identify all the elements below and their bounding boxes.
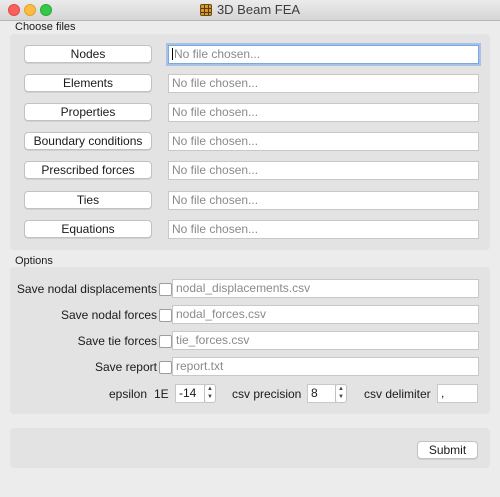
save-report-checkbox[interactable] [159,361,172,374]
csv-precision-stepper[interactable]: ▲ ▼ [335,384,347,403]
ties-file-field[interactable]: No file chosen... [168,191,479,210]
nodes-file-field[interactable]: No file chosen... [168,45,479,64]
save-tie-forces-label: Save tie forces [77,334,157,348]
save-tie-forces-checkbox[interactable] [159,335,172,348]
submit-button[interactable]: Submit [417,441,478,459]
elements-file-field[interactable]: No file chosen... [168,74,479,93]
properties-button[interactable]: Properties [24,103,152,121]
epsilon-prefix: 1E [154,387,169,401]
choose-files-heading: Choose files [15,21,76,33]
stepper-down-icon[interactable]: ▼ [205,393,215,401]
options-heading: Options [15,255,53,267]
save-nodal-displacements-label: Save nodal displacements [16,282,157,296]
csv-delimiter-label: csv delimiter [364,387,431,401]
properties-file-field[interactable]: No file chosen... [168,103,479,122]
epsilon-exponent-field[interactable]: -14 [175,384,205,403]
save-report-label: Save report [94,360,157,374]
epsilon-stepper[interactable]: ▲ ▼ [204,384,216,403]
csv-precision-label: csv precision [232,387,302,401]
boundary-conditions-button[interactable]: Boundary conditions [24,132,152,150]
nodes-file-placeholder: No file chosen... [174,47,261,61]
csv-delimiter-field[interactable]: , [437,384,478,403]
equations-file-field[interactable]: No file chosen... [168,220,479,239]
stepper-down-icon[interactable]: ▼ [336,393,346,401]
nodal-displacements-filename-field[interactable]: nodal_displacements.csv [172,279,479,298]
stepper-up-icon[interactable]: ▲ [336,385,346,393]
stepper-up-icon[interactable]: ▲ [205,385,215,393]
boundary-conditions-file-field[interactable]: No file chosen... [168,132,479,151]
save-nodal-forces-label: Save nodal forces [60,308,157,322]
prescribed-forces-button[interactable]: Prescribed forces [24,161,152,179]
elements-button[interactable]: Elements [24,74,152,92]
ties-button[interactable]: Ties [24,191,152,209]
prescribed-forces-file-field[interactable]: No file chosen... [168,161,479,180]
text-caret [172,48,173,60]
window-title: 3D Beam FEA [216,2,301,17]
title-bar: 3D Beam FEA [0,0,500,21]
nodal-forces-filename-field[interactable]: nodal_forces.csv [172,305,479,324]
window-title-area: 3D Beam FEA [0,3,500,17]
nodes-button[interactable]: Nodes [24,45,152,63]
grid-app-icon [199,4,212,16]
csv-precision-field[interactable]: 8 [307,384,336,403]
epsilon-label: epsilon [109,387,148,401]
tie-forces-filename-field[interactable]: tie_forces.csv [172,331,479,350]
equations-button[interactable]: Equations [24,220,152,238]
save-nodal-displacements-checkbox[interactable] [159,283,172,296]
report-filename-field[interactable]: report.txt [172,357,479,376]
save-nodal-forces-checkbox[interactable] [159,309,172,322]
